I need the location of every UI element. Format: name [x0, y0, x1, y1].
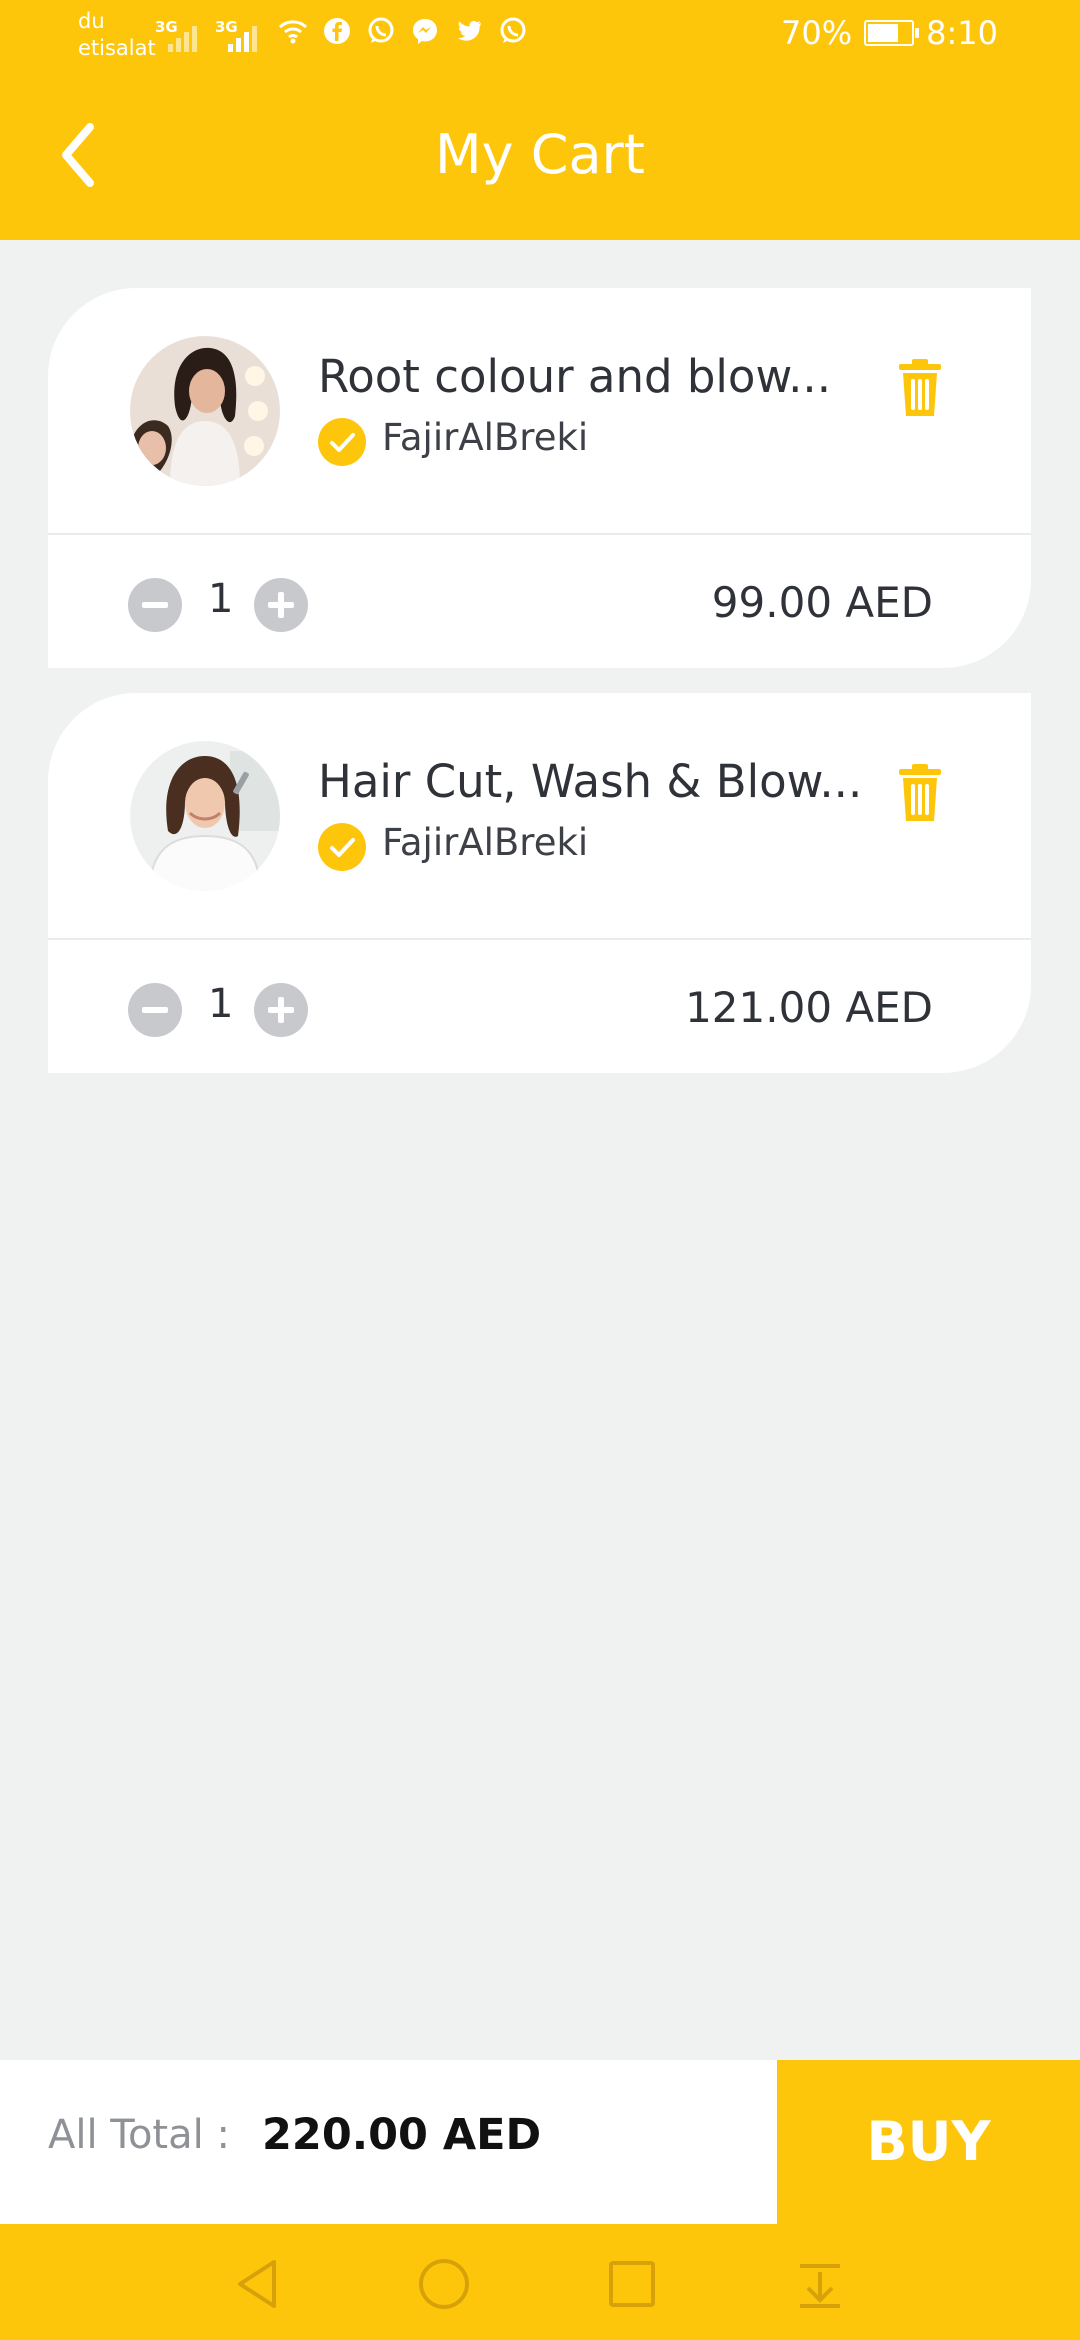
- service-image[interactable]: [130, 336, 280, 486]
- signal-bars-1-icon: [168, 22, 208, 52]
- delete-button[interactable]: [895, 763, 945, 823]
- twitter-icon: [454, 16, 484, 46]
- check-circle-icon: [330, 433, 355, 452]
- total-value: 220.00 AED: [262, 2110, 542, 2160]
- trash-icon: [899, 359, 941, 416]
- status-bar: du etisalat 3G 3G 70% 8:10: [0, 0, 1080, 75]
- buy-button[interactable]: BUY: [777, 2060, 1080, 2224]
- seller-name[interactable]: FajirAlBreki: [382, 821, 588, 864]
- plus-circle-icon: [268, 592, 294, 618]
- battery-percent: 70%: [781, 14, 853, 52]
- quantity-value: 1: [208, 576, 234, 622]
- item-price: 99.00 AED: [711, 578, 933, 627]
- item-title: Root colour and blow...: [318, 350, 832, 403]
- item-title: Hair Cut, Wash & Blow...: [318, 755, 863, 808]
- system-nav-bar: [0, 2224, 1080, 2340]
- recents-square-icon[interactable]: [602, 2254, 662, 2314]
- status-right: 70% 8:10: [781, 14, 998, 52]
- item-price: 121.00 AED: [685, 983, 933, 1032]
- carrier-1: du: [78, 9, 105, 33]
- carrier-labels: du etisalat: [78, 8, 156, 62]
- back-triangle-icon[interactable]: [228, 2254, 288, 2314]
- battery-icon: [864, 20, 920, 46]
- whatsapp-icon: [498, 16, 528, 46]
- verified-badge: [318, 418, 366, 466]
- notification-icons: [278, 16, 528, 46]
- cart-item: Root colour and blow... FajirAlBreki 1 9…: [48, 288, 1031, 668]
- notification-pull-icon[interactable]: [790, 2254, 850, 2314]
- increment-button[interactable]: [254, 578, 308, 632]
- clock: 8:10: [926, 14, 998, 52]
- increment-button[interactable]: [254, 983, 308, 1037]
- minus-circle-icon: [142, 602, 168, 608]
- home-circle-icon[interactable]: [414, 2254, 474, 2314]
- card-divider: [48, 533, 1031, 535]
- page-title: My Cart: [435, 123, 645, 186]
- total-label: All Total :: [48, 2112, 230, 2158]
- trash-icon: [899, 764, 941, 821]
- card-divider: [48, 938, 1031, 940]
- quantity-value: 1: [208, 981, 234, 1027]
- cart-item: Hair Cut, Wash & Blow... FajirAlBreki 1 …: [48, 693, 1031, 1073]
- service-image[interactable]: [130, 741, 280, 891]
- plus-circle-icon: [268, 997, 294, 1023]
- decrement-button[interactable]: [128, 983, 182, 1037]
- decrement-button[interactable]: [128, 578, 182, 632]
- app-bar: My Cart: [0, 75, 1080, 240]
- minus-circle-icon: [142, 1007, 168, 1013]
- check-circle-icon: [330, 838, 355, 857]
- signal-bars-2-icon: [228, 22, 268, 52]
- verified-badge: [318, 823, 366, 871]
- facebook-icon: [322, 16, 352, 46]
- delete-button[interactable]: [895, 358, 945, 418]
- checkout-bar: All Total : 220.00 AED BUY: [0, 2060, 1080, 2224]
- seller-name[interactable]: FajirAlBreki: [382, 416, 588, 459]
- carrier-2: etisalat: [78, 36, 156, 60]
- whatsapp-icon: [366, 16, 396, 46]
- messenger-icon: [410, 16, 440, 46]
- wifi-icon: [278, 16, 308, 46]
